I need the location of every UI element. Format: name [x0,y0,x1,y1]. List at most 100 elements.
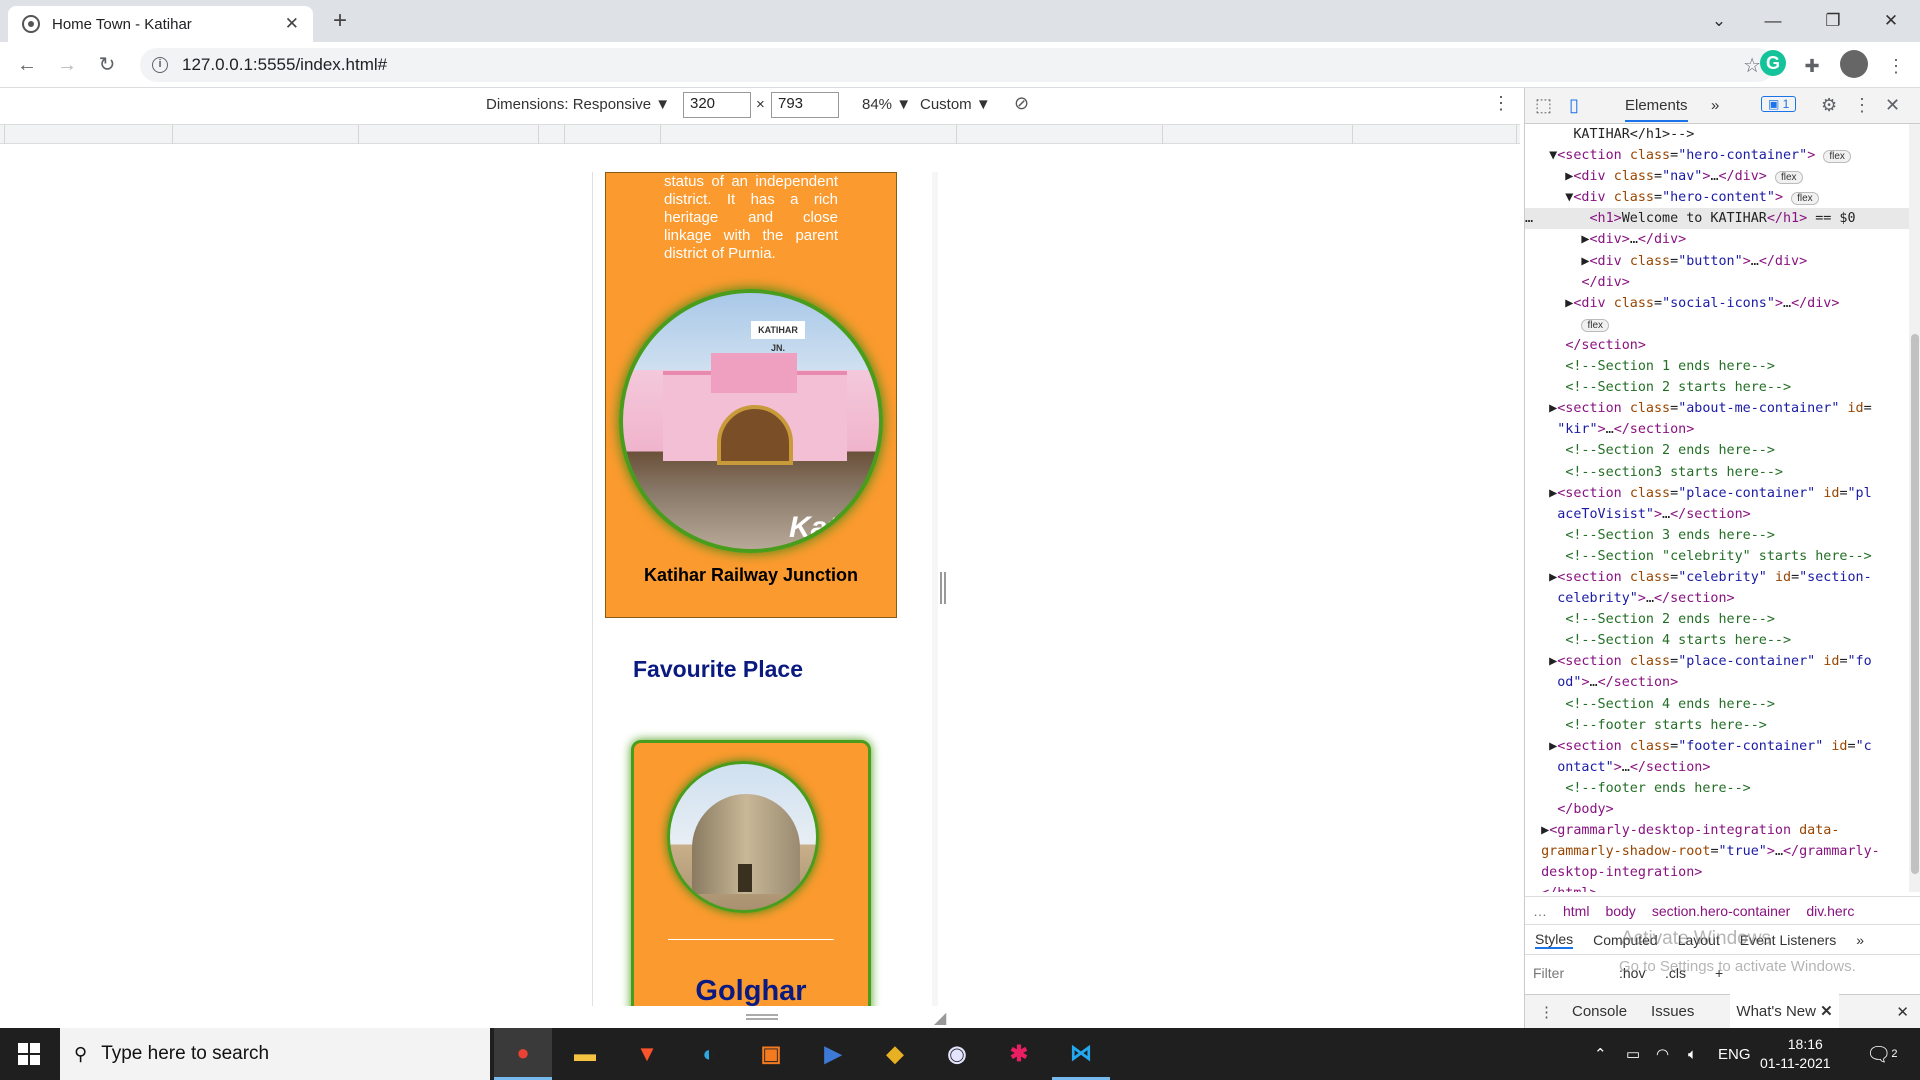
tab-elements[interactable]: Elements [1625,97,1688,122]
inspect-element-icon[interactable]: ⬚ [1535,95,1552,116]
resize-corner-icon[interactable]: ◢ [934,1008,946,1028]
dom-line[interactable]: <!--Section 3 ends here--> [1525,525,1909,546]
dom-line[interactable]: ▶<div class="nav">…</div> flex [1525,166,1909,187]
dom-line[interactable]: <!--Section "celebrity" starts here--> [1525,546,1909,567]
bookmark-star-icon[interactable]: ☆ [1743,53,1761,78]
close-window-button[interactable]: ✕ [1868,6,1914,36]
tab-styles[interactable]: Styles [1535,931,1574,949]
profile-avatar[interactable] [1840,50,1868,78]
emulated-page[interactable]: status of an independent district. It ha… [592,172,932,1006]
forward-arrow-icon[interactable]: → [52,50,82,80]
sublime-app-icon[interactable]: ▣ [742,1028,800,1080]
close-whats-new-icon[interactable]: ✕ [1820,1003,1833,1020]
brave-browser-icon[interactable]: ▼ [618,1028,676,1080]
throttle-dropdown[interactable]: Custom ▼ [920,96,991,113]
media-query-ruler[interactable] [0,124,1520,145]
tab-close-icon[interactable]: ✕ [285,14,299,34]
settings-gear-icon[interactable]: ⚙ [1821,95,1837,116]
more-tabs-icon[interactable]: » [1711,97,1719,114]
dom-line[interactable]: <!--Section 4 starts here--> [1525,630,1909,651]
language-indicator[interactable]: ENG [1718,1028,1751,1080]
dom-line[interactable]: grammarly-shadow-root="true">…</grammarl… [1525,841,1909,862]
resize-handle-right[interactable] [940,572,946,604]
device-toggle-icon[interactable]: ▯ [1569,95,1579,116]
tab-search-icon[interactable]: ⌄ [1696,6,1742,36]
width-input[interactable]: 320 [683,92,751,118]
restore-button[interactable]: ❐ [1810,6,1856,36]
dom-line[interactable]: aceToVisist">…</section> [1525,504,1909,525]
minimize-button[interactable]: — [1750,6,1796,36]
battery-icon[interactable]: ▭ [1626,1028,1640,1080]
breadcrumb-item[interactable]: body [1605,903,1635,919]
taskbar-search-box[interactable]: ⚲ Type here to search [60,1028,490,1080]
dom-line[interactable]: <!--footer starts here--> [1525,715,1909,736]
drawer-menu-icon[interactable]: ⋮ [1539,1003,1554,1021]
dom-line[interactable]: celebrity">…</section> [1525,588,1909,609]
chrome-app-icon[interactable]: ● [494,1028,552,1080]
dom-tree-scrollbar[interactable] [1909,124,1920,892]
dom-line[interactable]: ontact">…</section> [1525,757,1909,778]
powershell-icon[interactable]: ▶ [804,1028,862,1080]
tab-whats-new[interactable]: What's New ✕ [1730,993,1839,1030]
site-info-icon[interactable]: i [152,57,168,73]
resize-handle-bottom[interactable] [746,1014,778,1020]
rotate-icon[interactable]: ⊘ [1014,93,1029,114]
dom-line-selected[interactable]: … <h1>Welcome to KATIHAR</h1> == $0 [1525,208,1909,230]
dom-line[interactable]: ▶<section class="place-container" id="fo [1525,651,1909,672]
vscode-app-icon[interactable]: ⋈ [1052,1028,1110,1080]
height-input[interactable]: 793 [771,92,839,118]
address-bar[interactable]: i 127.0.0.1:5555/index.html# ☆ [140,48,1775,82]
dom-line[interactable]: </div> [1525,272,1909,293]
dom-line[interactable]: ▶<grammarly-desktop-integration data- [1525,820,1909,841]
dom-line[interactable]: </section> [1525,335,1909,356]
new-tab-button[interactable]: + [326,8,354,36]
tab-issues[interactable]: Issues [1651,1003,1694,1020]
breadcrumb-ellipsis[interactable]: … [1533,903,1547,919]
clock[interactable]: 18:16 01-11-2021 [1760,1028,1831,1080]
issues-badge[interactable]: ▣ 1 [1761,96,1797,112]
extensions-puzzle-icon[interactable]: ✚ [1800,54,1824,78]
dom-line[interactable]: ▶<div class="social-icons">…</div> [1525,293,1909,314]
notification-center-icon[interactable]: 🗨︎ 2 [1866,1028,1898,1080]
dom-line[interactable]: ▶<div class="button">…</div> [1525,251,1909,272]
start-windows-icon[interactable] [18,1043,40,1065]
dom-line[interactable]: od">…</section> [1525,672,1909,693]
tray-chevron-icon[interactable]: ⌃ [1594,1028,1607,1080]
dom-line[interactable]: ▼<section class="hero-container"> flex [1525,145,1909,166]
dom-line[interactable]: <!--section3 starts here--> [1525,462,1909,483]
git-app-icon[interactable]: ◆ [866,1028,924,1080]
page-scrollbar[interactable] [932,172,938,1006]
volume-icon[interactable]: 🔈︎ [1688,1028,1697,1080]
place-card[interactable]: Golghar [631,740,871,1006]
dom-line[interactable]: <!--Section 2 starts here--> [1525,377,1909,398]
dom-line[interactable]: </body> [1525,799,1909,820]
dom-line[interactable]: <!--Section 2 ends here--> [1525,440,1909,461]
dom-line[interactable]: "kir">…</section> [1525,419,1909,440]
dom-line[interactable]: </html> [1525,883,1909,892]
dom-line[interactable]: ▶<section class="celebrity" id="section- [1525,567,1909,588]
browser-menu-icon[interactable]: ⋮ [1884,54,1908,78]
dom-tree[interactable]: KATIHAR</h1>--> ▼<section class="hero-co… [1525,124,1909,892]
breadcrumb-item[interactable]: section.hero-container [1652,903,1791,919]
wifi-icon[interactable]: ◠ [1656,1028,1669,1080]
dom-line[interactable]: <!--footer ends here--> [1525,778,1909,799]
dom-line[interactable]: ▶<section class="place-container" id="pl [1525,483,1909,504]
reload-icon[interactable]: ↻ [92,50,122,80]
dimensions-dropdown[interactable]: Dimensions: Responsive ▼ [486,96,670,113]
back-arrow-icon[interactable]: ← [12,50,42,80]
dom-line[interactable]: <!--Section 1 ends here--> [1525,356,1909,377]
dom-line[interactable]: flex [1525,314,1909,335]
dom-line[interactable]: ▶<section class="about-me-container" id= [1525,398,1909,419]
dom-line[interactable]: ▼<div class="hero-content"> flex [1525,187,1909,208]
eclipse-app-icon[interactable]: ◉ [928,1028,986,1080]
close-devtools-icon[interactable]: ✕ [1885,95,1900,116]
slack-app-icon[interactable]: ✱ [990,1028,1048,1080]
breadcrumb-item[interactable]: html [1563,903,1589,919]
device-toolbar-menu-icon[interactable]: ⋮ [1492,93,1510,114]
dom-line[interactable]: <!--Section 2 ends here--> [1525,609,1909,630]
dom-line[interactable]: ▶<div>…</div> [1525,229,1909,250]
close-drawer-icon[interactable]: ✕ [1896,1003,1909,1021]
grammarly-extension-icon[interactable]: G [1760,50,1786,76]
browser-tab[interactable]: Home Town - Katihar ✕ [8,6,313,42]
breadcrumb-item[interactable]: div.herc [1806,903,1854,919]
